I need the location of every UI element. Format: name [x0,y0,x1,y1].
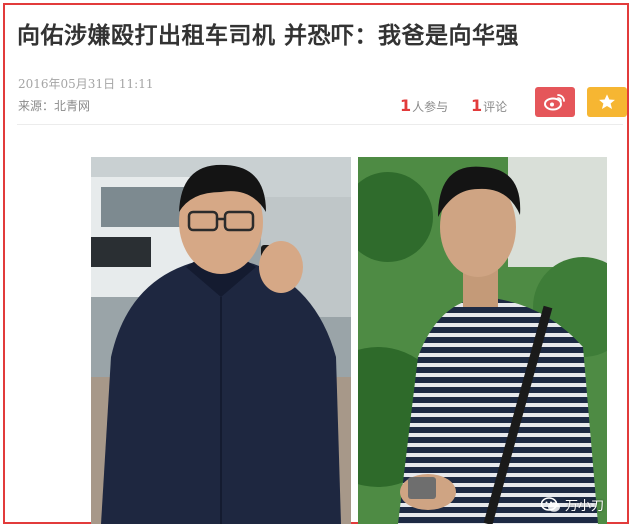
watermark: 万小刀 [541,495,604,514]
photo-left [91,157,351,524]
article-source: 来源：北青网 [18,99,91,113]
star-icon [599,94,615,110]
comment-count-number: 1 [471,96,483,115]
photo-right-image [358,157,607,524]
article-date: 2016年05月31日 11:11 [18,77,154,91]
join-count-number: 1 [400,96,412,115]
article-title: 向佑涉嫌殴打出租车司机 并恐吓：我爸是向华强 [17,23,520,49]
favorite-button[interactable] [587,87,627,117]
comment-count-label: 评论 [483,100,508,114]
comment-count[interactable]: 1评论 [471,96,507,115]
weibo-share-button[interactable] [535,87,575,117]
wechat-icon [541,496,560,512]
join-count[interactable]: 1人参与 [400,96,448,115]
header-divider [17,124,623,125]
watermark-text: 万小刀 [565,499,605,514]
photo-left-image [91,157,351,524]
weibo-icon [544,94,565,111]
join-count-label: 人参与 [412,100,449,114]
photo-right [358,157,607,524]
